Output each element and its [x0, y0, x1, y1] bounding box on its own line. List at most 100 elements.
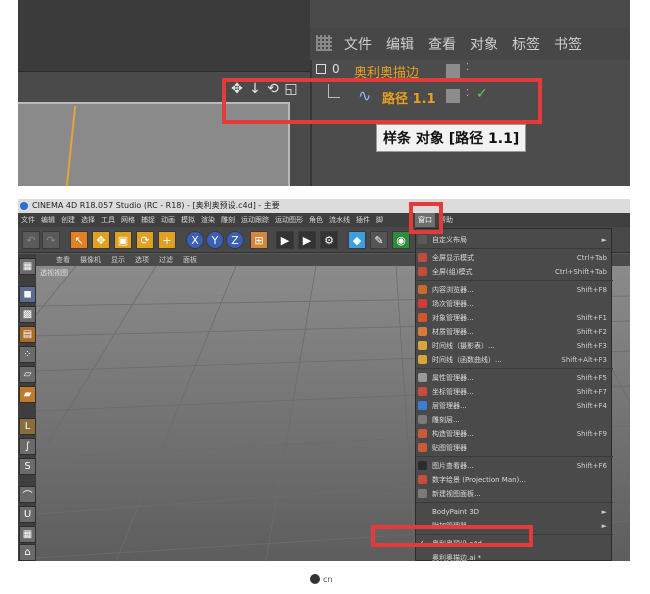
om-menu-object[interactable]: 对象 — [470, 34, 498, 54]
menu-snap[interactable]: 捕捉 — [141, 215, 155, 225]
menu-render[interactable]: 渲染 — [201, 215, 215, 225]
om-menu-edit[interactable]: 编辑 — [386, 34, 414, 54]
menu-mesh[interactable]: 网格 — [121, 215, 135, 225]
menu-mograph[interactable]: 运动图形 — [275, 215, 303, 225]
visibility-icon[interactable] — [446, 64, 460, 78]
subdivision-icon[interactable]: ◉ — [392, 231, 410, 249]
fcurve-icon — [418, 355, 427, 364]
om-menu-view[interactable]: 查看 — [428, 34, 456, 54]
menu-separator — [416, 280, 613, 281]
menu-animate[interactable]: 动画 — [161, 215, 175, 225]
menu-plugins[interactable]: 插件 — [356, 215, 370, 225]
dots-icon[interactable]: ⁚ — [466, 62, 469, 73]
select-icon[interactable]: ↖ — [70, 231, 88, 249]
edges-mode-icon[interactable]: ▱ — [19, 366, 36, 383]
undo-icon[interactable]: ↶ — [22, 231, 40, 249]
points-mode-icon[interactable]: ⁘ — [19, 346, 36, 363]
grid-icon[interactable]: ▦ — [19, 526, 36, 543]
scale-icon[interactable]: ▣ — [114, 231, 132, 249]
snap-icon[interactable]: S — [19, 458, 36, 475]
coordinate-manager-icon — [418, 387, 427, 396]
viewport-label: 透视视图 — [40, 269, 68, 277]
axis-mode-icon[interactable]: L — [19, 418, 36, 435]
workplane-icon[interactable]: ▤ — [19, 326, 36, 343]
blank-icon — [418, 507, 427, 516]
make-editable-icon[interactable]: ▦ — [19, 258, 36, 275]
menu-item-fullscreen[interactable]: 全屏显示模式 Ctrl+Tab — [416, 251, 613, 264]
menu-item-content-browser[interactable]: 内容浏览器... Shift+F8 — [416, 283, 613, 296]
om-menu-file[interactable]: 文件 — [344, 34, 372, 54]
viewmenu-cameras[interactable]: 摄像机 — [80, 255, 101, 265]
menu-tools[interactable]: 工具 — [101, 215, 115, 225]
om-menu-tags[interactable]: 标签 — [512, 34, 540, 54]
cube-icon[interactable]: ◆ — [348, 231, 366, 249]
menu-item-layer-manager[interactable]: 层管理器... Shift+F4 — [416, 399, 613, 412]
menu-item-timeline-dopesheet[interactable]: 时间线（摄影表）... Shift+F3 — [416, 339, 613, 352]
menu-item-projection-man[interactable]: 数字绘景 (Projection Man)... — [416, 473, 613, 486]
menu-separator — [416, 502, 613, 503]
timeline-icon — [418, 341, 427, 350]
menu-edit[interactable]: 编辑 — [41, 215, 55, 225]
menu-item-picture-viewer[interactable]: 图片查看器... Shift+F6 — [416, 459, 613, 472]
menu-separator — [416, 368, 613, 369]
expand-icon[interactable] — [316, 64, 326, 74]
highlight-box-object-row — [222, 78, 542, 124]
menu-item-open-document-2[interactable]: 奥利奥描边.ai * — [416, 551, 613, 562]
menu-select[interactable]: 选择 — [81, 215, 95, 225]
magnet-icon[interactable]: U — [19, 506, 36, 523]
menu-item-timeline-fcurve[interactable]: 时间线（函数曲线）... Shift+Alt+F3 — [416, 353, 613, 366]
render-settings-icon[interactable]: ⚙ — [320, 231, 338, 249]
object-manager-icon — [418, 313, 427, 322]
window-menu-dropdown: 自定义布局 ► 全屏显示模式 Ctrl+Tab 全屏(组)模式 Ctrl+Shi… — [415, 228, 613, 562]
y-axis-icon[interactable]: Y — [206, 231, 224, 249]
new-view-panel-icon — [418, 489, 427, 498]
grid-icon — [316, 35, 332, 51]
menu-motion-tracking[interactable]: 运动跟踪 — [241, 215, 269, 225]
menu-item-structure-manager[interactable]: 构造管理器... Shift+F9 — [416, 427, 613, 440]
sculpt-layers-icon — [418, 415, 427, 424]
x-axis-icon[interactable]: X — [186, 231, 204, 249]
coordinate-system-icon[interactable]: ⊞ — [250, 231, 268, 249]
tweak-icon[interactable]: ∫ — [19, 438, 36, 455]
menu-item-fullscreen-group[interactable]: 全屏(组)模式 Ctrl+Shift+Tab — [416, 265, 613, 278]
menu-item-texture-manager[interactable]: 贴图管理器 — [416, 441, 613, 454]
menu-item-material-manager[interactable]: 材质管理器... Shift+F2 — [416, 325, 613, 338]
z-axis-icon[interactable]: Z — [226, 231, 244, 249]
rotate-icon[interactable]: ⟳ — [136, 231, 154, 249]
menu-item-bodypaint[interactable]: BodyPaint 3D ► — [416, 505, 613, 518]
lock-icon[interactable]: ⌂ — [19, 544, 36, 561]
move-icon[interactable]: ✥ — [92, 231, 110, 249]
logo-text: cn — [323, 574, 333, 584]
menu-item-coordinate-manager[interactable]: 坐标管理器... Shift+F7 — [416, 385, 613, 398]
menu-sculpt[interactable]: 雕刻 — [221, 215, 235, 225]
menu-item-sculpt-layers[interactable]: 雕刻层... — [416, 413, 613, 426]
menu-script[interactable]: 脚 — [376, 215, 383, 225]
texture-mode-icon[interactable]: ▩ — [19, 306, 36, 323]
render-picture-viewer-icon[interactable]: ▶ — [298, 231, 316, 249]
menu-item-custom-layouts[interactable]: 自定义布局 ► — [416, 233, 613, 246]
menu-item-object-manager[interactable]: 对象管理器... Shift+F1 — [416, 311, 613, 324]
viewmenu-view[interactable]: 查看 — [56, 255, 70, 265]
add-icon[interactable]: + — [158, 231, 176, 249]
menu-item-new-view-panel[interactable]: 新建视图面板... — [416, 487, 613, 500]
polygons-mode-icon[interactable]: ▰ — [19, 386, 36, 403]
material-manager-icon — [418, 327, 427, 336]
submenu-arrow-icon: ► — [601, 507, 607, 516]
sculpt-icon[interactable]: ⌒ — [19, 486, 36, 503]
model-mode-icon[interactable]: ◼ — [19, 286, 36, 303]
render-view-icon[interactable]: ▶ — [276, 231, 294, 249]
menu-simulate[interactable]: 模拟 — [181, 215, 195, 225]
viewmenu-options[interactable]: 选项 — [135, 255, 149, 265]
viewmenu-panel[interactable]: 面板 — [183, 255, 197, 265]
pen-icon[interactable]: ✎ — [370, 231, 388, 249]
menu-item-attribute-manager[interactable]: 属性管理器... Shift+F5 — [416, 371, 613, 384]
viewmenu-filter[interactable]: 过滤 — [159, 255, 173, 265]
redo-icon[interactable]: ↷ — [42, 231, 60, 249]
menu-create[interactable]: 创建 — [61, 215, 75, 225]
menu-pipeline[interactable]: 流水线 — [329, 215, 350, 225]
viewmenu-display[interactable]: 显示 — [111, 255, 125, 265]
menu-item-take-manager[interactable]: 场次管理器... — [416, 297, 613, 310]
menu-character[interactable]: 角色 — [309, 215, 323, 225]
om-menu-bookmarks[interactable]: 书签 — [554, 34, 582, 54]
menu-file[interactable]: 文件 — [21, 215, 35, 225]
